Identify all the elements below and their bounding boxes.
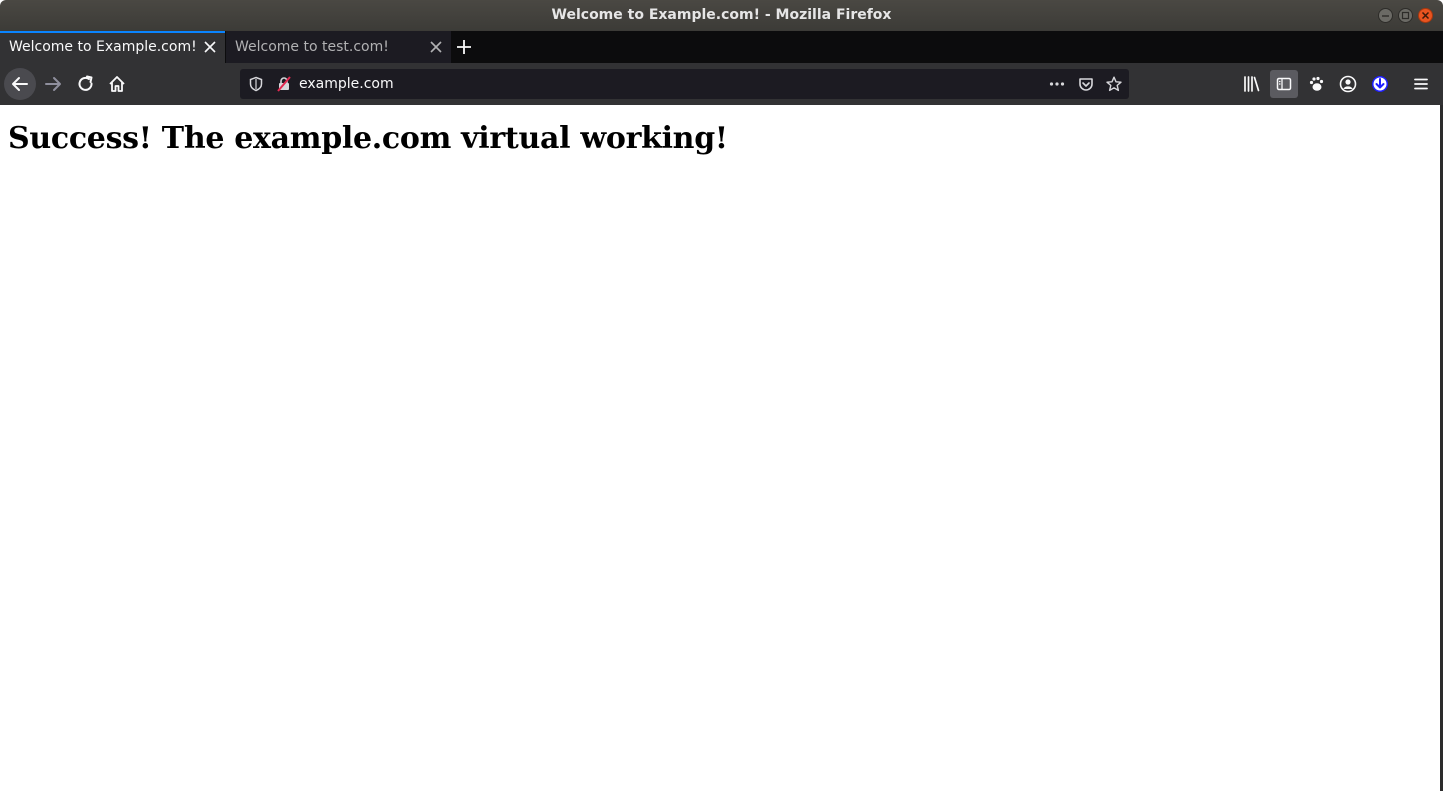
- window-title: Welcome to Example.com! - Mozilla Firefo…: [551, 7, 892, 23]
- close-window-button[interactable]: [1418, 8, 1433, 23]
- bookmark-star-icon[interactable]: [1106, 76, 1122, 92]
- tab-label: Welcome to test.com!: [235, 39, 389, 55]
- sidebar-button[interactable]: [1270, 70, 1298, 98]
- insecure-connection-icon[interactable]: [276, 76, 292, 92]
- hamburger-menu-icon[interactable]: [1411, 74, 1431, 94]
- downloads-icon[interactable]: [1370, 74, 1390, 94]
- url-text[interactable]: example.com: [299, 69, 394, 99]
- pocket-icon[interactable]: [1078, 76, 1094, 92]
- minimize-button[interactable]: [1378, 8, 1393, 23]
- forward-arrow-icon[interactable]: [43, 74, 63, 94]
- tab-label: Welcome to Example.com!: [9, 39, 197, 55]
- tab-strip: Welcome to Example.com! Welcome to test.…: [0, 31, 1443, 63]
- page-content: Success! The example.com virtual working…: [0, 105, 1440, 791]
- home-icon[interactable]: [107, 74, 127, 94]
- tab-test[interactable]: Welcome to test.com!: [226, 31, 451, 63]
- maximize-icon: [1401, 11, 1410, 20]
- account-icon[interactable]: [1338, 74, 1358, 94]
- reload-icon[interactable]: [76, 74, 96, 94]
- navigation-toolbar: example.com: [0, 63, 1443, 105]
- tracking-protection-shield-icon[interactable]: [248, 76, 264, 92]
- maximize-button[interactable]: [1398, 8, 1413, 23]
- minimize-icon: [1382, 15, 1389, 17]
- tab-close-icon[interactable]: [204, 41, 216, 53]
- close-icon: [1421, 11, 1430, 20]
- more-actions-icon[interactable]: [1049, 76, 1065, 92]
- new-tab-icon[interactable]: [456, 39, 472, 55]
- window-titlebar[interactable]: Welcome to Example.com! - Mozilla Firefo…: [0, 0, 1443, 31]
- sidebar-icon: [1276, 77, 1292, 91]
- tab-example[interactable]: Welcome to Example.com!: [0, 31, 225, 63]
- page-heading: Success! The example.com virtual working…: [8, 121, 728, 156]
- back-arrow-icon: [12, 77, 28, 91]
- tab-close-icon[interactable]: [430, 41, 442, 53]
- library-icon[interactable]: [1242, 74, 1262, 94]
- address-bar[interactable]: example.com: [240, 69, 1129, 99]
- extension-paw-icon[interactable]: [1306, 74, 1326, 94]
- back-button[interactable]: [4, 68, 36, 100]
- browser-window: Welcome to Example.com! - Mozilla Firefo…: [0, 0, 1443, 791]
